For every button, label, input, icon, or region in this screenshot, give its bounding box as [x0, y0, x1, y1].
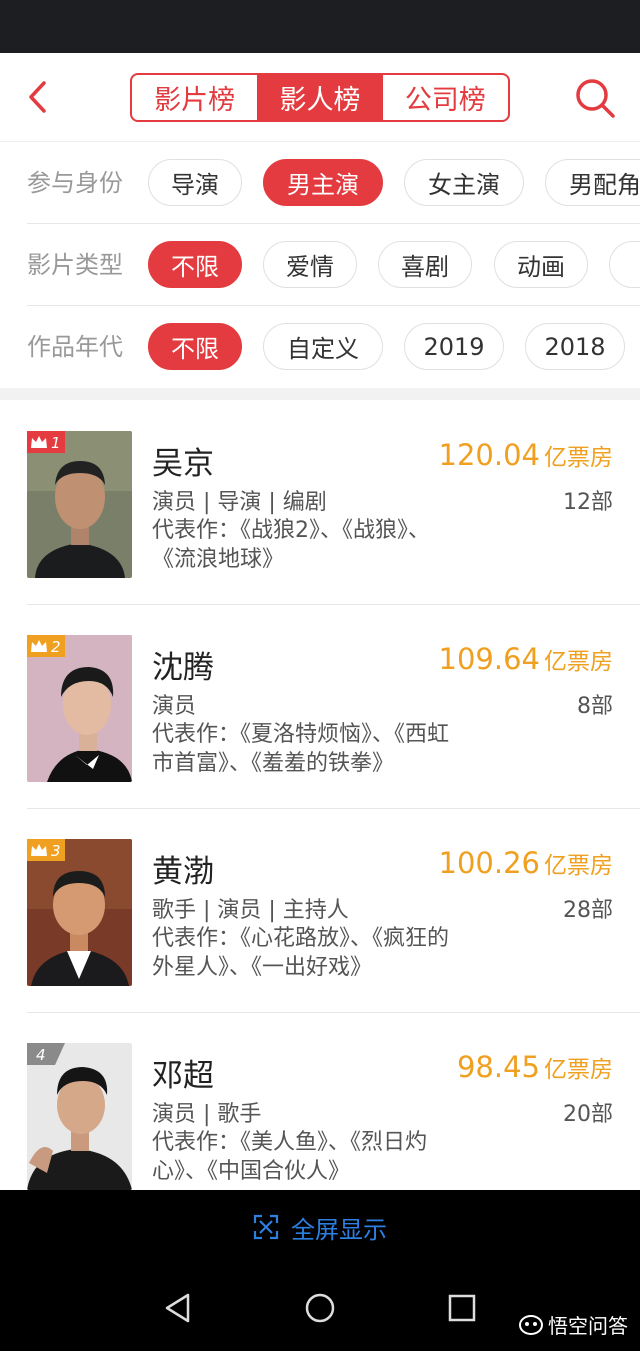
person-name: 吴京	[152, 446, 214, 482]
box-office: 100.26 亿票房	[439, 846, 613, 880]
rank-badge-crown: 2	[27, 635, 65, 657]
avatar	[27, 839, 132, 986]
back-triangle-icon[interactable]	[162, 1292, 194, 1324]
person-name: 黄渤	[152, 854, 214, 890]
chip-genre-all[interactable]: 不限	[148, 241, 242, 288]
works-line: 外星人》、《一出好戏》	[152, 955, 373, 980]
chip-year-custom[interactable]: 自定义	[263, 323, 383, 370]
wukong-logo-icon	[519, 1314, 543, 1335]
works-line: 代表作：《夏洛特烦恼》、《西虹	[152, 722, 450, 747]
filter-row-genre: 影片类型 不限 爱情 喜剧 动画 剧	[0, 224, 640, 306]
box-office: 120.04 亿票房	[439, 438, 613, 472]
section-gap	[0, 388, 640, 400]
rank-badge-crown: 3	[27, 839, 65, 861]
filter-row-year: 作品年代 不限 自定义 2019 2018	[0, 306, 640, 388]
fullscreen-button[interactable]: 全屏显示	[0, 1190, 640, 1264]
representative-works: 代表作：《战狼2》、《战狼》、 《流浪地球》	[152, 516, 532, 574]
rank-number: 2	[51, 638, 61, 656]
works-line: 代表作：《心花路放》、《疯狂的	[152, 926, 450, 951]
search-icon[interactable]	[574, 77, 616, 119]
person-name: 邓超	[152, 1058, 214, 1094]
avatar	[27, 431, 132, 578]
chip-romance[interactable]: 爱情	[263, 241, 357, 288]
chip-male-supporting[interactable]: 男配角	[545, 159, 640, 206]
box-office-unit: 亿票房	[544, 1057, 613, 1083]
box-office: 109.64 亿票房	[439, 642, 613, 676]
expand-icon	[253, 1214, 279, 1240]
person-roles: 歌手 | 演员 | 主持人	[152, 898, 349, 923]
rank-badge-crown: 1	[27, 431, 65, 453]
film-count: 12部	[563, 490, 613, 515]
fullscreen-label: 全屏显示	[291, 1215, 387, 1244]
film-count: 20部	[563, 1102, 613, 1127]
tab-people-ranking[interactable]: 影人榜	[257, 75, 383, 120]
person-roles: 演员	[152, 694, 197, 719]
filter-label-role: 参与身份	[27, 169, 123, 197]
filter-label-year: 作品年代	[27, 333, 123, 361]
list-item[interactable]: 2 沈腾 演员 代表作：《夏洛特烦恼》、《西虹 市首富》、《羞羞的铁拳》 109…	[0, 604, 640, 809]
box-office-value: 109.64	[438, 642, 540, 676]
works-line: 代表作：《美人鱼》、《烈日灼	[152, 1130, 428, 1155]
filter-row-role: 参与身份 导演 男主演 女主演 男配角	[0, 142, 640, 224]
works-line: 代表作：《战狼2》、《战狼》、	[152, 518, 430, 543]
avatar	[27, 635, 132, 782]
back-arrow-icon[interactable]	[22, 79, 58, 115]
rank-number: 3	[51, 842, 61, 860]
people-ranking-list: 1 吴京 演员 | 导演 | 编剧 代表作：《战狼2》、《战狼》、 《流浪地球》…	[0, 400, 640, 1190]
filter-panel: 参与身份 导演 男主演 女主演 男配角 影片类型 不限 爱情 喜剧 动画 剧 作…	[0, 142, 640, 388]
chip-year-2018[interactable]: 2018	[525, 323, 625, 370]
film-count: 28部	[563, 898, 613, 923]
representative-works: 代表作：《夏洛特烦恼》、《西虹 市首富》、《羞羞的铁拳》	[152, 720, 532, 778]
chip-drama[interactable]: 剧	[609, 241, 640, 288]
recents-square-icon[interactable]	[446, 1292, 478, 1324]
list-item[interactable]: 4 邓超 演员 | 歌手 代表作：《美人鱼》、《烈日灼 心》、《中国合伙人》 9…	[0, 1012, 640, 1190]
representative-works: 代表作：《心花路放》、《疯狂的 外星人》、《一出好戏》	[152, 924, 532, 982]
box-office-unit: 亿票房	[544, 649, 613, 675]
works-line: 《流浪地球》	[152, 547, 285, 572]
person-name: 沈腾	[152, 650, 214, 686]
representative-works: 代表作：《美人鱼》、《烈日灼 心》、《中国合伙人》	[152, 1128, 532, 1186]
filter-label-genre: 影片类型	[27, 251, 123, 279]
box-office-value: 120.04	[438, 438, 540, 472]
box-office-unit: 亿票房	[544, 445, 613, 471]
tab-company-ranking[interactable]: 公司榜	[383, 75, 508, 120]
film-count: 8部	[577, 694, 613, 719]
box-office-value: 100.26	[438, 846, 540, 880]
box-office: 98.45 亿票房	[457, 1050, 613, 1084]
home-circle-icon[interactable]	[304, 1292, 336, 1324]
rank-badge: 4	[27, 1043, 65, 1065]
avatar	[27, 1043, 132, 1190]
chip-year-2019[interactable]: 2019	[404, 323, 504, 370]
list-item[interactable]: 3 黄渤 歌手 | 演员 | 主持人 代表作：《心花路放》、《疯狂的 外星人》、…	[0, 808, 640, 1013]
system-navigation-bar: 悟空问答	[0, 1264, 640, 1351]
chip-animation[interactable]: 动画	[494, 241, 588, 288]
person-roles: 演员 | 导演 | 编剧	[152, 490, 327, 515]
rank-number: 1	[51, 434, 61, 452]
tab-movie-ranking[interactable]: 影片榜	[132, 75, 257, 120]
rank-number: 4	[36, 1046, 46, 1064]
chip-comedy[interactable]: 喜剧	[378, 241, 472, 288]
status-bar	[0, 0, 640, 53]
works-line: 心》、《中国合伙人》	[152, 1159, 351, 1184]
chip-director[interactable]: 导演	[148, 159, 242, 206]
list-item[interactable]: 1 吴京 演员 | 导演 | 编剧 代表作：《战狼2》、《战狼》、 《流浪地球》…	[0, 400, 640, 605]
top-nav-bar: 影片榜 影人榜 公司榜	[0, 53, 640, 142]
watermark-text: 悟空问答	[548, 1314, 628, 1338]
chip-male-lead[interactable]: 男主演	[263, 159, 383, 206]
box-office-unit: 亿票房	[544, 853, 613, 879]
works-line: 市首富》、《羞羞的铁拳》	[152, 751, 395, 776]
person-roles: 演员 | 歌手	[152, 1102, 262, 1127]
chip-year-all[interactable]: 不限	[148, 323, 242, 370]
watermark: 悟空问答	[518, 1310, 628, 1339]
box-office-value: 98.45	[456, 1050, 540, 1084]
ranking-type-tabs: 影片榜 影人榜 公司榜	[130, 73, 510, 122]
chip-female-lead[interactable]: 女主演	[404, 159, 524, 206]
